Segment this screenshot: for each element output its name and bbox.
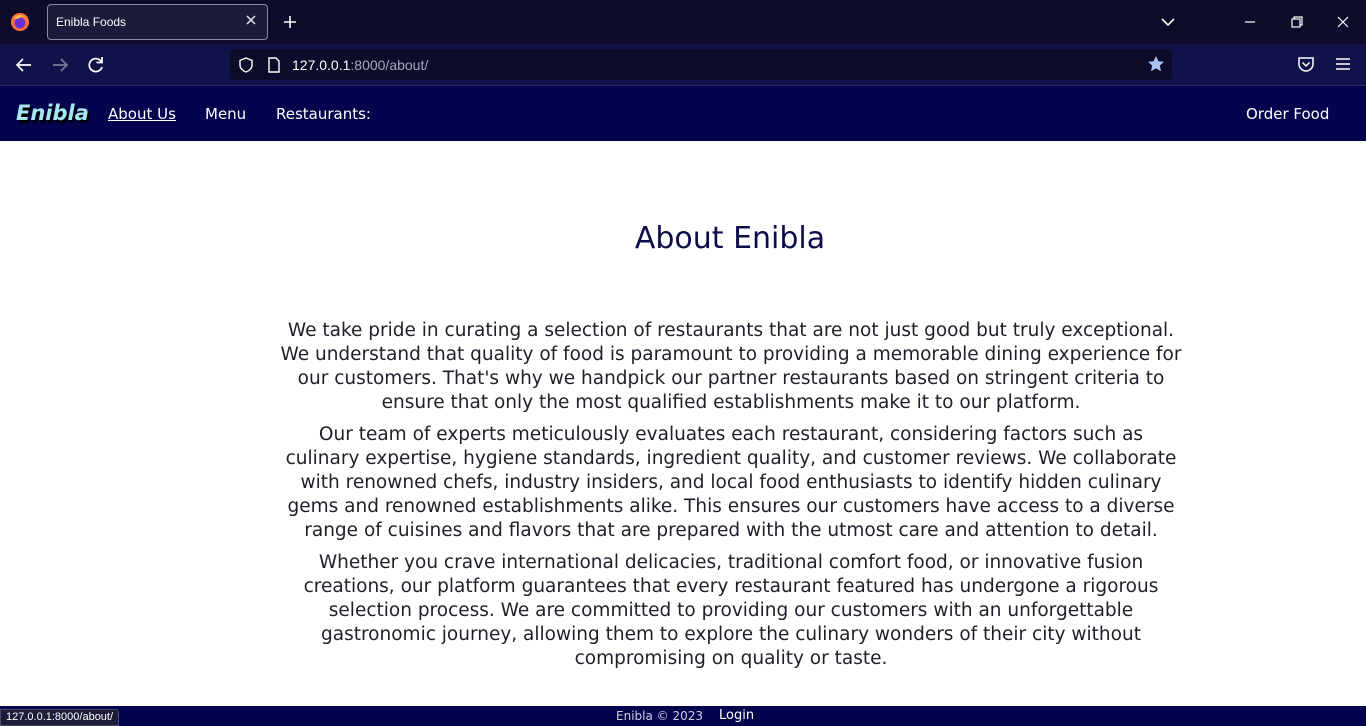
- firefox-logo-icon: [10, 12, 30, 32]
- tab-title: Enibla Foods: [56, 15, 127, 29]
- chevron-down-icon[interactable]: [1158, 12, 1178, 32]
- new-tab-icon[interactable]: [280, 12, 300, 32]
- browser-tab-bar: Enibla Foods: [0, 0, 1366, 44]
- nav-about-us[interactable]: About Us: [108, 105, 176, 123]
- bookmark-star-icon[interactable]: [1146, 54, 1166, 74]
- browser-nav-bar: 127.0.0.1:8000/about/: [0, 44, 1366, 85]
- copyright-text: Enibla © 2023: [616, 709, 703, 723]
- close-window-icon[interactable]: [1333, 12, 1353, 32]
- pocket-icon[interactable]: [1296, 54, 1316, 74]
- url-text[interactable]: 127.0.0.1:8000/about/: [292, 57, 428, 73]
- url-path: :8000/about/: [350, 57, 429, 73]
- status-bar-url: 127.0.0.1:8000/about/: [0, 709, 120, 726]
- back-arrow-icon[interactable]: [13, 54, 35, 76]
- reload-icon[interactable]: [85, 54, 107, 76]
- hamburger-menu-icon[interactable]: [1333, 54, 1353, 74]
- close-tab-icon[interactable]: [243, 12, 259, 28]
- order-food-link[interactable]: Order Food: [1246, 105, 1329, 123]
- brand-logo[interactable]: Enibla: [16, 101, 89, 125]
- main-content: About Enibla We take pride in curating a…: [0, 141, 1366, 706]
- forward-arrow-icon[interactable]: [49, 54, 71, 76]
- shield-icon[interactable]: [237, 56, 255, 74]
- about-text: We take pride in curating a selection of…: [280, 319, 1182, 679]
- address-bar[interactable]: 127.0.0.1:8000/about/: [230, 49, 1172, 80]
- about-paragraph: Whether you crave international delicaci…: [303, 552, 1159, 669]
- about-paragraph: We take pride in curating a selection of…: [280, 320, 1182, 413]
- nav-menu[interactable]: Menu: [205, 105, 246, 123]
- page-icon[interactable]: [266, 56, 282, 74]
- page-title: About Enibla: [634, 221, 826, 256]
- about-paragraph: Our team of experts meticulously evaluat…: [285, 424, 1177, 541]
- restore-icon[interactable]: [1287, 12, 1307, 32]
- url-host: 127.0.0.1: [292, 57, 351, 73]
- login-link[interactable]: Login: [719, 708, 754, 723]
- site-header: Enibla About Us Menu Restaurants: Order …: [0, 86, 1366, 141]
- minimize-icon[interactable]: [1240, 12, 1260, 32]
- nav-restaurants[interactable]: Restaurants:: [276, 105, 371, 123]
- site-footer: Enibla © 2023 Login: [0, 706, 1366, 726]
- active-tab[interactable]: Enibla Foods: [47, 4, 268, 40]
